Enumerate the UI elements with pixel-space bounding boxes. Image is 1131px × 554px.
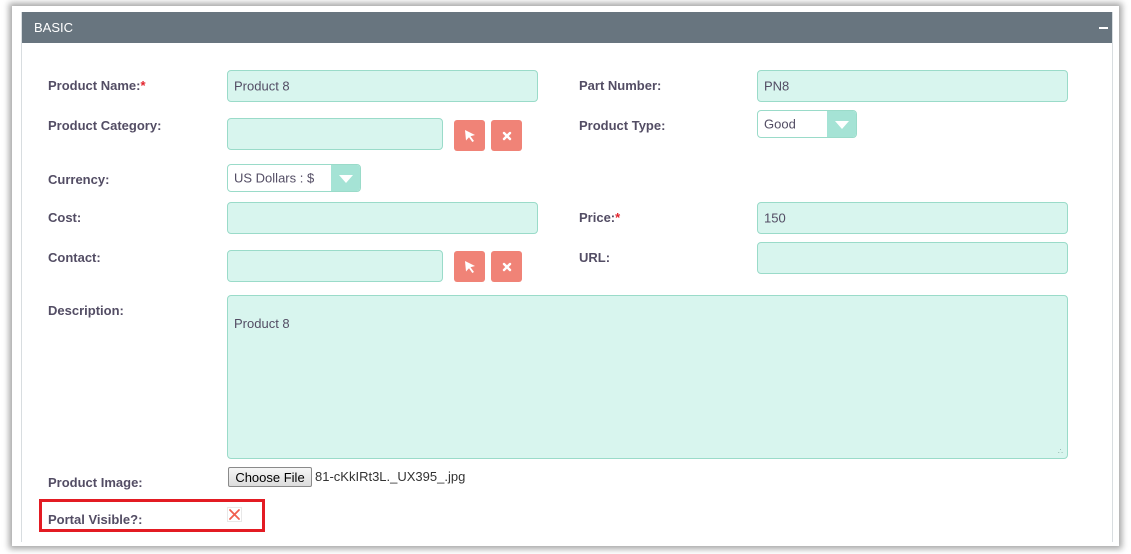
panel-header[interactable]: BASIC — [22, 12, 1112, 43]
select-arrow-icon — [464, 260, 475, 273]
price-label: Price:* — [579, 210, 621, 225]
cost-input[interactable] — [227, 202, 538, 234]
currency-label: Currency: — [48, 172, 110, 187]
product-category-input[interactable] — [227, 118, 443, 150]
product-type-select[interactable]: Good — [757, 110, 857, 138]
price-input[interactable]: 150 — [757, 202, 1068, 234]
chevron-down-icon — [827, 111, 856, 137]
product-type-label: Product Type: — [579, 118, 666, 133]
resize-handle-icon[interactable]: ∴ — [1058, 447, 1063, 456]
choose-file-button[interactable]: Choose File — [228, 467, 312, 487]
select-arrow-icon — [464, 129, 475, 142]
unchecked-x-icon[interactable] — [227, 507, 242, 522]
clear-contact-button[interactable] — [491, 251, 522, 282]
contact-label: Contact: — [48, 250, 101, 265]
url-input[interactable] — [757, 242, 1068, 274]
url-label: URL: — [579, 250, 611, 265]
product-category-label: Product Category: — [48, 118, 162, 133]
contact-input[interactable] — [227, 250, 443, 282]
clear-x-icon — [502, 262, 511, 271]
clear-x-icon — [502, 131, 511, 140]
cost-label: Cost: — [48, 210, 82, 225]
selected-file-name: 81-cKkIRt3L._UX395_.jpg — [315, 469, 466, 484]
product-name-label: Product Name:* — [48, 78, 146, 93]
description-label: Description: — [48, 303, 124, 318]
product-name-input[interactable]: Product 8 — [227, 70, 538, 102]
description-textarea[interactable]: Product 8 ∴ — [227, 295, 1068, 459]
part-number-label: Part Number: — [579, 78, 662, 93]
select-contact-button[interactable] — [454, 251, 485, 282]
currency-select[interactable]: US Dollars : $ — [227, 164, 361, 192]
portal-visible-label: Portal Visible?: — [48, 512, 143, 527]
clear-category-button[interactable] — [491, 120, 522, 151]
select-category-button[interactable] — [454, 120, 485, 151]
part-number-input[interactable]: PN8 — [757, 70, 1068, 102]
panel-title: BASIC — [34, 20, 74, 35]
product-image-label: Product Image: — [48, 475, 143, 490]
collapse-minus-icon[interactable] — [1099, 27, 1108, 29]
chevron-down-icon — [331, 165, 360, 191]
